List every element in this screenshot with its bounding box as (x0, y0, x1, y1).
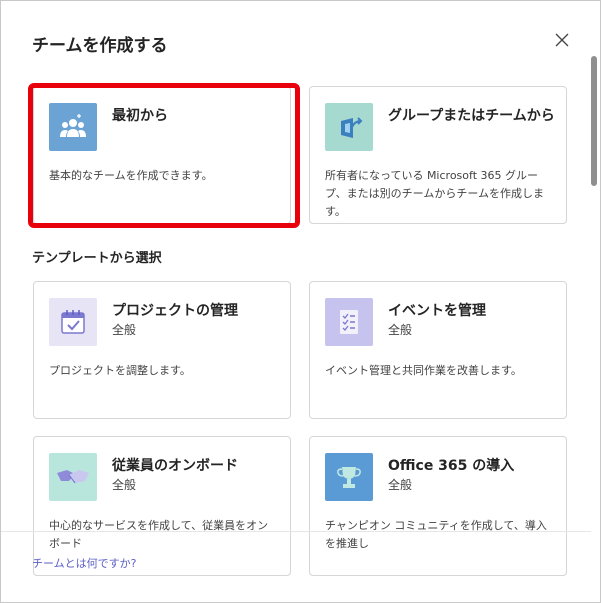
template-category: 全般 (112, 323, 137, 337)
template-category: 全般 (388, 323, 413, 337)
option-name: 最初から (112, 108, 168, 124)
import-arrow-icon (325, 103, 373, 151)
close-button[interactable] (551, 29, 573, 51)
dialog-title: チームを作成する (32, 36, 168, 56)
template-name: イベントを管理 (388, 303, 486, 319)
trophy-icon (325, 453, 373, 501)
create-team-dialog: チームを作成する 最初から 基本的なチームを作成できます。 グループまたはチーム… (0, 0, 601, 603)
scrollbar-thumb[interactable] (591, 56, 597, 186)
template-description: プロジェクトを調整します。 (49, 364, 191, 377)
what-is-team-link[interactable]: チームとは何ですか? (32, 555, 137, 571)
template-description: 中心的なサービスを作成して、従業員をオンボード (49, 519, 269, 550)
footer-divider (1, 531, 591, 532)
option-from-group-or-team[interactable]: グループまたはチームから 所有者になっている Microsoft 365 グルー… (309, 86, 567, 224)
template-manage-event[interactable]: イベントを管理 全般 イベント管理と共同作業を改善します。 (309, 281, 567, 419)
template-name: Office 365 の導入 (388, 458, 515, 474)
close-icon (555, 33, 569, 47)
template-name: プロジェクトの管理 (112, 303, 238, 319)
template-name: 従業員のオンボード (112, 458, 238, 474)
calendar-check-icon (49, 298, 97, 346)
option-from-scratch[interactable]: 最初から 基本的なチームを作成できます。 (33, 86, 291, 224)
template-description: チャンピオン コミュニティを作成して、導入を推進し (325, 519, 547, 550)
template-category: 全般 (112, 478, 137, 492)
templates-section-label: テンプレートから選択 (32, 251, 162, 266)
template-category: 全般 (388, 478, 413, 492)
option-name: グループまたはチームから (388, 108, 555, 124)
checklist-icon (325, 298, 373, 346)
template-adopt-office-365[interactable]: Office 365 の導入 全般 チャンピオン コミュニティを作成して、導入を… (309, 436, 567, 576)
template-description: イベント管理と共同作業を改善します。 (325, 364, 522, 377)
team-people-icon (49, 103, 97, 151)
template-project-management[interactable]: プロジェクトの管理 全般 プロジェクトを調整します。 (33, 281, 291, 419)
handshake-icon (49, 453, 97, 501)
option-description: 基本的なチームを作成できます。 (49, 169, 213, 182)
option-description: 所有者になっている Microsoft 365 グループ、または別のチームからチ… (325, 169, 545, 218)
